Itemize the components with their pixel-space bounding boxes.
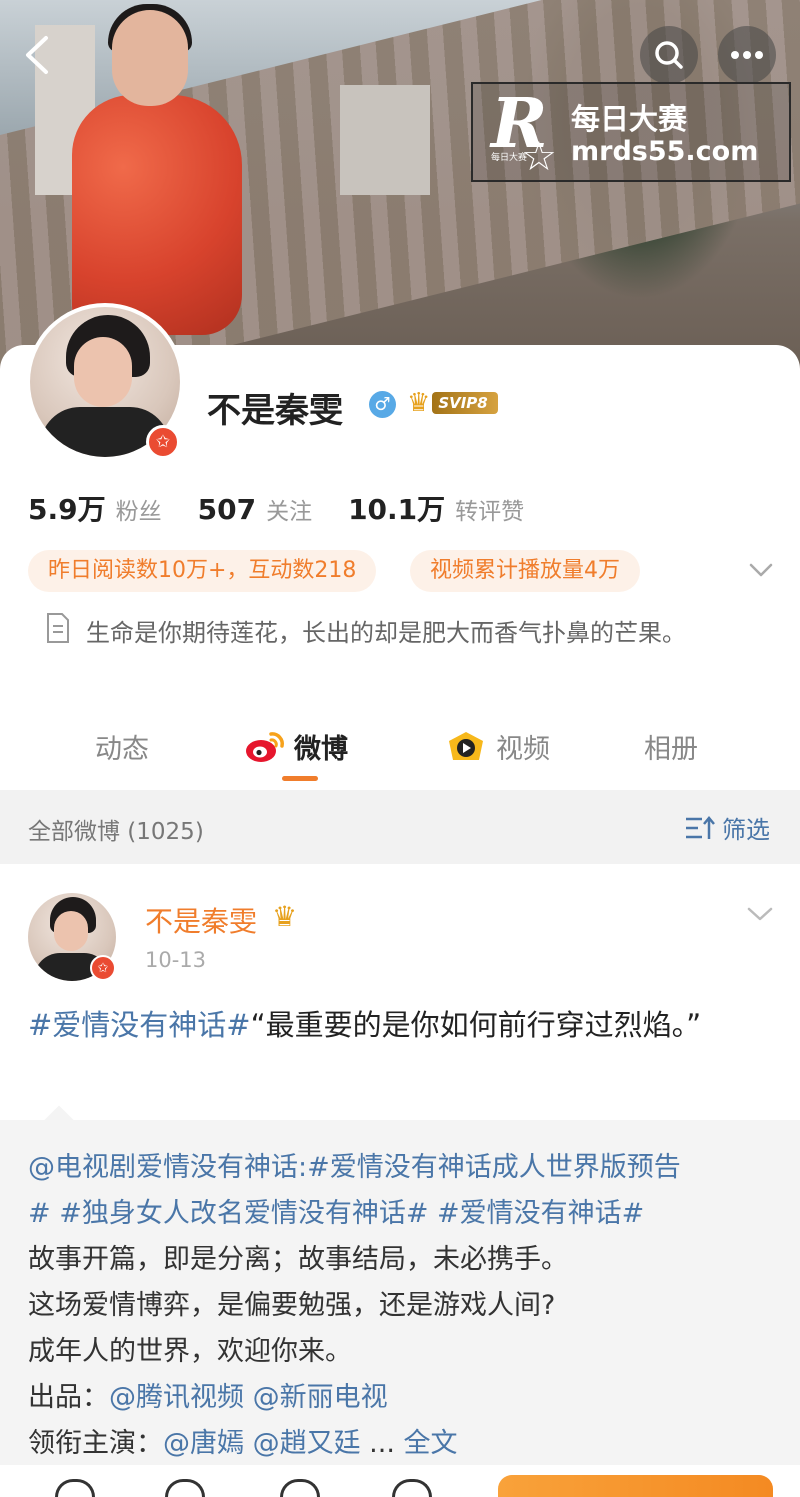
weibo-count: 全部微博 (1025) bbox=[28, 819, 204, 845]
weibo-logo-icon bbox=[246, 731, 284, 762]
stat-followers[interactable]: 5.9万 粉丝 bbox=[28, 488, 162, 528]
tab-label: 动态 bbox=[95, 734, 149, 765]
mention-link[interactable]: @电视剧爱情没有神话 bbox=[28, 1152, 298, 1183]
topic-link[interactable]: #爱情没有神话# bbox=[28, 1008, 251, 1042]
tab-label: 相册 bbox=[644, 734, 698, 765]
stat-following[interactable]: 507 关注 bbox=[198, 492, 312, 526]
more-button[interactable] bbox=[718, 26, 776, 84]
watermark-title: 每日大赛 bbox=[571, 102, 688, 136]
svip-badge[interactable]: ♛ SVIP8 bbox=[407, 388, 498, 418]
svip-label: SVIP8 bbox=[432, 392, 498, 414]
repost-line: 这场爱情博弈，是偏要勉强，还是游戏人间? bbox=[28, 1290, 556, 1321]
verified-badge-icon: ✩ bbox=[146, 425, 180, 459]
chevron-down-icon[interactable] bbox=[746, 902, 774, 926]
stat-number: 5.9万 bbox=[28, 493, 106, 526]
ellipsis: ... bbox=[360, 1428, 395, 1459]
tab-feed[interactable]: 动态 bbox=[95, 727, 149, 766]
stat-label: 转评赞 bbox=[455, 499, 525, 525]
full-text-link[interactable]: 全文 bbox=[404, 1428, 458, 1459]
document-icon bbox=[45, 612, 71, 644]
verified-badge-icon: ✩ bbox=[90, 955, 116, 981]
stat-label: 关注 bbox=[266, 499, 313, 525]
repost-text: @电视剧爱情没有神话:#爱情没有神话成人世界版预告 # #独身女人改名爱情没有神… bbox=[28, 1145, 778, 1467]
cast-label: 领衔主演： bbox=[28, 1428, 163, 1459]
profile-tabs: 动态 微博 视频 相册 bbox=[0, 715, 800, 790]
filter-button[interactable]: 筛选 bbox=[684, 810, 770, 845]
back-icon[interactable] bbox=[18, 32, 58, 78]
repost-line: 故事开篇，即是分离；故事结局，未必携手。 bbox=[28, 1244, 568, 1275]
follow-button[interactable] bbox=[498, 1475, 773, 1497]
repost-icon[interactable] bbox=[55, 1479, 95, 1497]
mention-link[interactable]: @腾讯视频 @新丽电视 bbox=[109, 1382, 388, 1413]
bottom-toolbar bbox=[0, 1465, 800, 1497]
stat-interactions[interactable]: 10.1万 转评赞 bbox=[348, 488, 524, 528]
like-icon[interactable] bbox=[280, 1479, 320, 1497]
tab-weibo[interactable]: 微博 bbox=[244, 727, 348, 766]
profile-name: 不是秦雯 bbox=[207, 391, 343, 431]
filter-label: 筛选 bbox=[722, 816, 770, 844]
active-tab-indicator bbox=[282, 776, 318, 781]
chevron-down-icon[interactable] bbox=[748, 557, 774, 583]
post-body: “最重要的是你如何前行穿过烈焰。” bbox=[250, 1008, 702, 1042]
watermark: R ☆ 每日大赛 每日大赛 mrds55.com bbox=[471, 82, 791, 182]
search-icon bbox=[655, 41, 683, 69]
topic-links[interactable]: # #独身女人改名爱情没有神话# #爱情没有神话# bbox=[28, 1191, 778, 1237]
filter-icon bbox=[686, 815, 715, 839]
topic-link[interactable]: :#爱情没有神话成人世界版预告 bbox=[298, 1152, 681, 1183]
stat-label: 粉丝 bbox=[115, 499, 162, 525]
profile-bio: 生命是你期待莲花，长出的却是肥大而香气扑鼻的芒果。 bbox=[86, 619, 686, 647]
profile-stats: 5.9万 粉丝 507 关注 10.1万 转评赞 bbox=[28, 488, 560, 528]
post-date: 10-13 bbox=[145, 948, 207, 972]
stat-number: 10.1万 bbox=[348, 493, 446, 526]
message-icon[interactable] bbox=[392, 1479, 432, 1497]
video-play-icon bbox=[449, 731, 483, 760]
filter-bar: 全部微博 (1025) 筛选 bbox=[0, 790, 800, 864]
comment-icon[interactable] bbox=[165, 1479, 205, 1497]
tab-album[interactable]: 相册 bbox=[644, 727, 698, 766]
tab-video[interactable]: 视频 bbox=[446, 727, 550, 766]
watermark-url: mrds55.com bbox=[571, 136, 759, 167]
watermark-logo-small: 每日大赛 bbox=[491, 153, 528, 163]
crown-icon: ♛ bbox=[272, 900, 298, 933]
post-author[interactable]: 不是秦雯 bbox=[145, 900, 257, 940]
video-plays-pill[interactable]: 视频累计播放量4万 bbox=[410, 550, 640, 592]
male-icon: ♂ bbox=[369, 391, 396, 418]
tab-label: 微博 bbox=[294, 734, 348, 765]
crown-icon: ♛ bbox=[407, 388, 431, 418]
more-dots-icon bbox=[731, 51, 763, 59]
mention-link[interactable]: @唐嫣 @趙又廷 bbox=[163, 1428, 361, 1459]
tab-label: 视频 bbox=[496, 734, 550, 765]
search-button[interactable] bbox=[640, 26, 698, 84]
repost-line: 成年人的世界，欢迎你来。 bbox=[28, 1336, 352, 1367]
reading-stats-pill[interactable]: 昨日阅读数10万+，互动数218 bbox=[28, 550, 377, 592]
post-text: #爱情没有神话#“最重要的是你如何前行穿过烈焰。” bbox=[28, 1002, 773, 1048]
stat-number: 507 bbox=[197, 493, 257, 526]
produce-label: 出品： bbox=[28, 1382, 109, 1413]
